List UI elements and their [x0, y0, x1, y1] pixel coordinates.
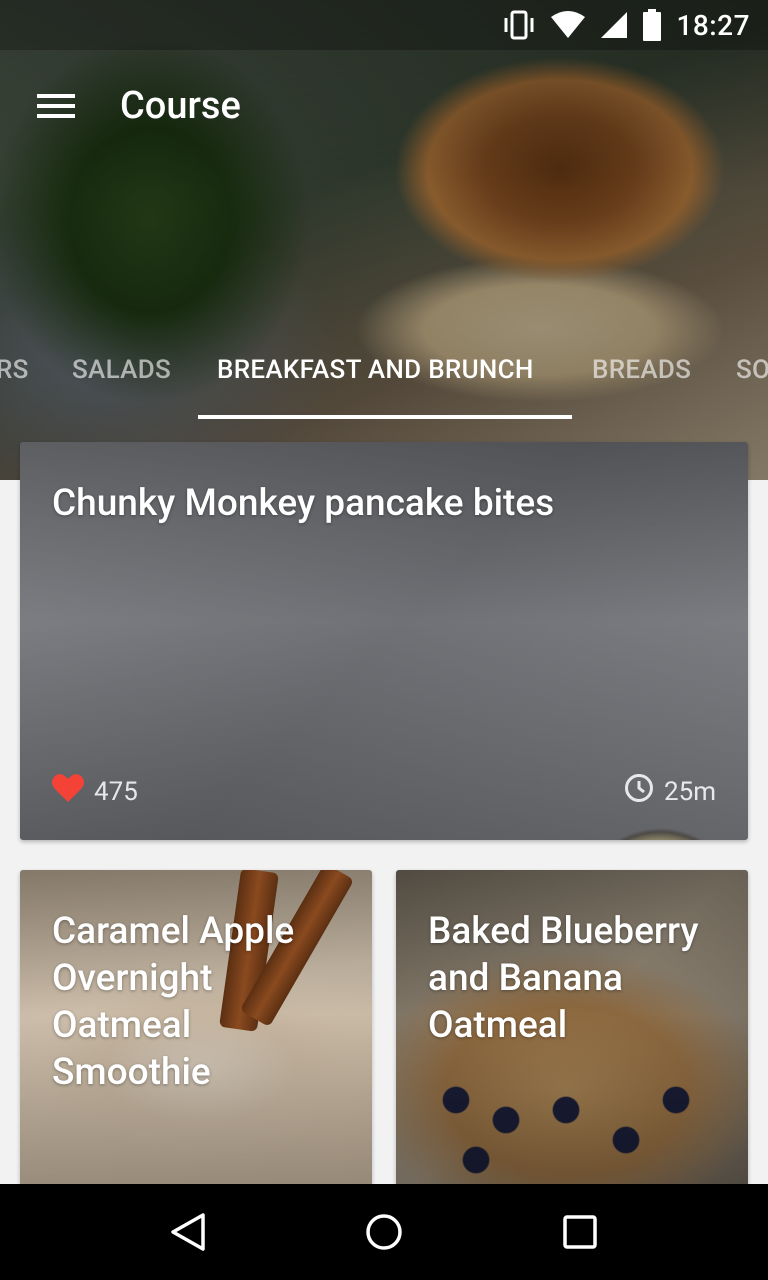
- recipe-meta: 475 25m: [52, 773, 716, 810]
- time-value: 25m: [663, 776, 716, 807]
- likes-value: 475: [94, 776, 138, 807]
- page-title: Course: [120, 84, 241, 128]
- tab-breads[interactable]: BREADS: [592, 340, 691, 400]
- recipe-card[interactable]: Baked Blueberry and Banana Oatmeal: [396, 870, 748, 1190]
- status-time: 18:27: [676, 8, 750, 42]
- hamburger-menu-icon[interactable]: [0, 50, 112, 162]
- tab-salads[interactable]: SALADS: [72, 340, 171, 400]
- battery-icon: [642, 9, 662, 41]
- recents-icon[interactable]: [532, 1184, 628, 1280]
- cook-time: 25m: [624, 773, 716, 810]
- toolbar: Course: [0, 50, 768, 162]
- system-nav-bar: [0, 1184, 768, 1280]
- heart-icon: [52, 773, 84, 810]
- tab-indicator: [198, 415, 572, 419]
- recipe-title: Chunky Monkey pancake bites: [52, 482, 555, 525]
- tab-partial-left[interactable]: RS: [0, 340, 29, 400]
- home-icon[interactable]: [336, 1184, 432, 1280]
- wifi-icon: [550, 11, 586, 39]
- recipe-title: Baked Blueberry and Banana Oatmeal: [428, 910, 699, 1047]
- clock-icon: [624, 773, 654, 810]
- recipe-card-featured[interactable]: Chunky Monkey pancake bites 475 25m: [20, 442, 748, 840]
- header-hero: 18:27 Course RS SALADS BREAKFAST AND BRU…: [0, 0, 768, 480]
- vibrate-icon: [502, 10, 536, 40]
- like-count[interactable]: 475: [52, 773, 138, 810]
- back-icon[interactable]: [140, 1184, 236, 1280]
- category-tabs: RS SALADS BREAKFAST AND BRUNCH BREADS SO: [0, 340, 768, 420]
- status-bar: 18:27: [0, 0, 768, 50]
- recipe-card[interactable]: Caramel Apple Overnight Oatmeal Smoothie: [20, 870, 372, 1190]
- tab-partial-right[interactable]: SO: [736, 340, 768, 400]
- recipe-title: Caramel Apple Overnight Oatmeal Smoothie: [52, 910, 295, 1094]
- signal-icon: [600, 11, 628, 39]
- tab-breakfast-and-brunch[interactable]: BREAKFAST AND BRUNCH: [217, 340, 534, 400]
